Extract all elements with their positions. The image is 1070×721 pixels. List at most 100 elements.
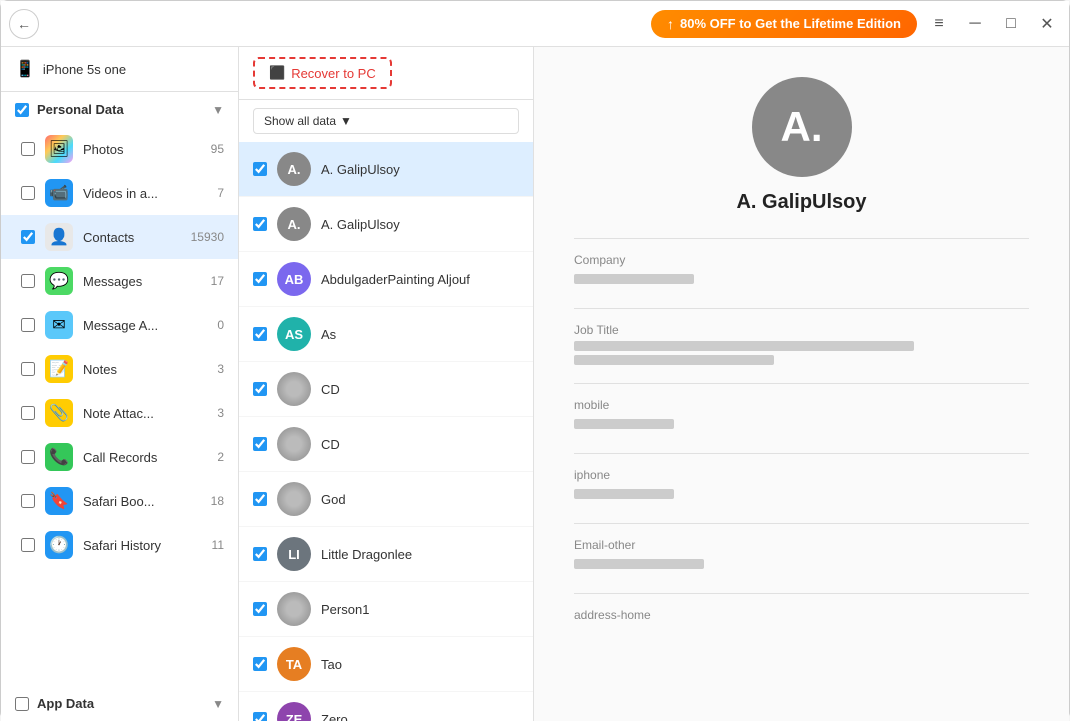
- sidebar-item-messageA[interactable]: ✉ Message A... 0: [1, 303, 238, 347]
- contact-item-8[interactable]: LI Little Dragonlee: [239, 527, 533, 582]
- app-data-label: App Data: [37, 696, 94, 711]
- contact-item-10[interactable]: TA Tao: [239, 637, 533, 692]
- sidebar-checkbox-videos[interactable]: [21, 186, 35, 200]
- contact-item-4[interactable]: AS As: [239, 307, 533, 362]
- sidebar-item-contacts[interactable]: 👤 Contacts 15930: [1, 215, 238, 259]
- sidebar-label-noteAttac: Note Attac...: [83, 406, 207, 421]
- sidebar-checkbox-safariBoo[interactable]: [21, 494, 35, 508]
- contact-checkbox-2[interactable]: [253, 217, 267, 231]
- sidebar-icon-notes: 📝: [45, 355, 73, 383]
- contact-item-6[interactable]: CD: [239, 417, 533, 472]
- sidebar-count-messageA: 0: [217, 318, 224, 332]
- contact-checkbox-6[interactable]: [253, 437, 267, 451]
- contact-big-initial: A.: [781, 103, 823, 151]
- contact-name-9: Person1: [321, 602, 369, 617]
- contact-big-name: A. GalipUlsoy: [736, 191, 866, 214]
- contact-item-5[interactable]: CD: [239, 362, 533, 417]
- middle-toolbar: ⬛ Recover to PC: [239, 47, 533, 100]
- minimize-button[interactable]: ─: [961, 10, 989, 38]
- app-data-checkbox[interactable]: [15, 697, 29, 711]
- device-header: 📱 iPhone 5s one: [1, 47, 238, 92]
- contact-checkbox-10[interactable]: [253, 657, 267, 671]
- mobile-label: mobile: [574, 398, 1029, 412]
- contact-checkbox-5[interactable]: [253, 382, 267, 396]
- iphone-section: iphone: [574, 453, 1029, 509]
- sidebar-item-photos[interactable]: 🖼 Photos 95: [1, 127, 238, 171]
- contact-checkbox-9[interactable]: [253, 602, 267, 616]
- sidebar-icon-callRecords: 📞: [45, 443, 73, 471]
- personal-data-label: Personal Data: [37, 102, 124, 117]
- sidebar-checkbox-messages[interactable]: [21, 274, 35, 288]
- sidebar-icon-videos: 📹: [45, 179, 73, 207]
- sidebar-count-contacts: 15930: [191, 230, 224, 244]
- sidebar-label-photos: Photos: [83, 142, 201, 157]
- contact-item-1[interactable]: A. A. GalipUlsoy: [239, 142, 533, 197]
- sidebar-icon-photos: 🖼: [45, 135, 73, 163]
- promo-button[interactable]: 80% OFF to Get the Lifetime Edition: [651, 10, 917, 38]
- sidebar-checkbox-contacts[interactable]: [21, 230, 35, 244]
- back-button[interactable]: ←: [9, 9, 39, 39]
- device-icon: 📱: [15, 59, 35, 79]
- app-data-left: App Data: [15, 696, 94, 711]
- contact-big-avatar: A.: [752, 77, 852, 177]
- sidebar-item-safariHist[interactable]: 🕐 Safari History 11: [1, 523, 238, 567]
- contact-item-3[interactable]: AB AbdulgaderPainting Aljouf: [239, 252, 533, 307]
- contact-avatar-7: [277, 482, 311, 516]
- close-button[interactable]: ✕: [1033, 10, 1061, 38]
- sidebar-checkbox-safariHist[interactable]: [21, 538, 35, 552]
- sidebar-checkbox-noteAttac[interactable]: [21, 406, 35, 420]
- address-label: address-home: [574, 608, 1029, 622]
- main-layout: 📱 iPhone 5s one Personal Data ▼ 🖼 Photos…: [1, 47, 1069, 721]
- sidebar-item-videos[interactable]: 📹 Videos in a... 7: [1, 171, 238, 215]
- personal-data-checkbox[interactable]: [15, 103, 29, 117]
- title-bar-left: ←: [9, 9, 643, 39]
- company-label: Company: [574, 253, 1029, 267]
- sidebar-checkbox-messageA[interactable]: [21, 318, 35, 332]
- sidebar-item-noteAttac[interactable]: 📎 Note Attac... 3: [1, 391, 238, 435]
- contact-name-4: As: [321, 327, 336, 342]
- contact-checkbox-3[interactable]: [253, 272, 267, 286]
- contact-name-7: God: [321, 492, 346, 507]
- contact-item-9[interactable]: Person1: [239, 582, 533, 637]
- sidebar: 📱 iPhone 5s one Personal Data ▼ 🖼 Photos…: [1, 47, 239, 721]
- contact-avatar-9: [277, 592, 311, 626]
- sidebar-icon-messageA: ✉: [45, 311, 73, 339]
- contact-name-2: A. GalipUlsoy: [321, 217, 400, 232]
- contact-checkbox-1[interactable]: [253, 162, 267, 176]
- contact-checkbox-4[interactable]: [253, 327, 267, 341]
- job-title-section: Job Title: [574, 308, 1029, 369]
- sidebar-item-messages[interactable]: 💬 Messages 17: [1, 259, 238, 303]
- sidebar-checkbox-notes[interactable]: [21, 362, 35, 376]
- maximize-button[interactable]: □: [997, 10, 1025, 38]
- sidebar-count-safariHist: 11: [212, 538, 224, 552]
- contact-checkbox-7[interactable]: [253, 492, 267, 506]
- contact-avatar-4: AS: [277, 317, 311, 351]
- recover-button[interactable]: ⬛ Recover to PC: [253, 57, 392, 89]
- contact-avatar-1: A.: [277, 152, 311, 186]
- sidebar-item-safariBoo[interactable]: 🔖 Safari Boo... 18: [1, 479, 238, 523]
- menu-button[interactable]: ≡: [925, 10, 953, 38]
- contact-list: A. A. GalipUlsoy A. A. GalipUlsoy AB Abd…: [239, 142, 533, 721]
- contact-checkbox-8[interactable]: [253, 547, 267, 561]
- sidebar-icon-safariHist: 🕐: [45, 531, 73, 559]
- sidebar-icon-contacts: 👤: [45, 223, 73, 251]
- contact-avatar-2: A.: [277, 207, 311, 241]
- app-data-section[interactable]: App Data ▼: [1, 686, 238, 721]
- recover-icon: ⬛: [269, 65, 285, 81]
- contact-item-2[interactable]: A. A. GalipUlsoy: [239, 197, 533, 252]
- show-all-button[interactable]: Show all data ▼: [253, 108, 519, 134]
- middle-panel: ⬛ Recover to PC Show all data ▼ A. A. Ga…: [239, 47, 534, 721]
- contact-name-3: AbdulgaderPainting Aljouf: [321, 272, 470, 287]
- sidebar-label-safariBoo: Safari Boo...: [83, 494, 201, 509]
- sidebar-label-messageA: Message A...: [83, 318, 207, 333]
- app-data-arrow: ▼: [212, 697, 224, 711]
- personal-data-section[interactable]: Personal Data ▼: [1, 92, 238, 127]
- contact-item-7[interactable]: God: [239, 472, 533, 527]
- sidebar-checkbox-callRecords[interactable]: [21, 450, 35, 464]
- sidebar-checkbox-photos[interactable]: [21, 142, 35, 156]
- job-title-value: [574, 341, 1029, 365]
- sidebar-items-container: 🖼 Photos 95 📹 Videos in a... 7 👤 Contact…: [1, 127, 238, 567]
- sidebar-item-notes[interactable]: 📝 Notes 3: [1, 347, 238, 391]
- contact-item-11[interactable]: ZE Zero: [239, 692, 533, 721]
- sidebar-item-callRecords[interactable]: 📞 Call Records 2: [1, 435, 238, 479]
